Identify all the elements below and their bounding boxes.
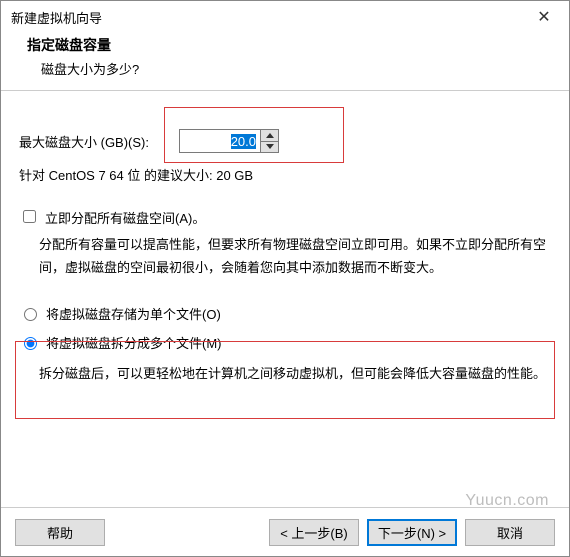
store-single-label: 将虚拟磁盘存储为单个文件(O) bbox=[46, 304, 221, 323]
chevron-down-icon bbox=[266, 144, 274, 149]
chevron-up-icon bbox=[266, 133, 274, 138]
store-split-description: 拆分磁盘后，可以更轻松地在计算机之间移动虚拟机，但可能会降低大容量磁盘的性能。 bbox=[39, 362, 547, 385]
window-title: 新建虚拟机向导 bbox=[11, 8, 102, 27]
page-subtitle: 磁盘大小为多少? bbox=[41, 59, 543, 78]
allocate-now-label: 立即分配所有磁盘空间(A)。 bbox=[45, 208, 205, 227]
store-single-row: 将虚拟磁盘存储为单个文件(O) bbox=[19, 304, 551, 323]
wizard-footer: 帮助 < 上一步(B) 下一步(N) > 取消 bbox=[1, 519, 569, 546]
wizard-header: 指定磁盘容量 磁盘大小为多少? bbox=[1, 31, 569, 91]
disk-size-row: 最大磁盘大小 (GB)(S): bbox=[19, 129, 551, 153]
footer-divider bbox=[1, 507, 569, 508]
allocate-now-checkbox[interactable] bbox=[23, 210, 36, 223]
help-button[interactable]: 帮助 bbox=[15, 519, 105, 546]
disk-size-spinner[interactable] bbox=[179, 129, 279, 153]
cancel-button[interactable]: 取消 bbox=[465, 519, 555, 546]
store-single-radio[interactable] bbox=[24, 308, 37, 321]
spinner-up-button[interactable] bbox=[261, 130, 278, 142]
allocate-now-description: 分配所有容量可以提高性能，但要求所有物理磁盘空间立即可用。如果不立即分配所有空间… bbox=[39, 233, 547, 280]
suggested-size-text: 针对 CentOS 7 64 位 的建议大小: 20 GB bbox=[19, 165, 551, 184]
allocate-now-row: 立即分配所有磁盘空间(A)。 bbox=[19, 208, 551, 227]
page-title: 指定磁盘容量 bbox=[27, 35, 543, 55]
wizard-content: 最大磁盘大小 (GB)(S): 针对 CentOS 7 64 位 的建议大小: … bbox=[1, 91, 569, 395]
back-button[interactable]: < 上一步(B) bbox=[269, 519, 359, 546]
spinner-buttons bbox=[260, 130, 278, 152]
close-button[interactable]: ✕ bbox=[529, 7, 559, 27]
footer-right-group: < 上一步(B) 下一步(N) > 取消 bbox=[269, 519, 555, 546]
next-button[interactable]: 下一步(N) > bbox=[367, 519, 457, 546]
wizard-window: 新建虚拟机向导 ✕ 指定磁盘容量 磁盘大小为多少? 最大磁盘大小 (GB)(S)… bbox=[0, 0, 570, 557]
store-split-row: 将虚拟磁盘拆分成多个文件(M) bbox=[19, 333, 551, 352]
disk-size-label: 最大磁盘大小 (GB)(S): bbox=[19, 132, 179, 151]
disk-size-input[interactable] bbox=[180, 130, 260, 152]
store-split-label: 将虚拟磁盘拆分成多个文件(M) bbox=[46, 333, 222, 352]
titlebar: 新建虚拟机向导 ✕ bbox=[1, 1, 569, 31]
store-split-radio[interactable] bbox=[24, 337, 37, 350]
spinner-down-button[interactable] bbox=[261, 142, 278, 153]
